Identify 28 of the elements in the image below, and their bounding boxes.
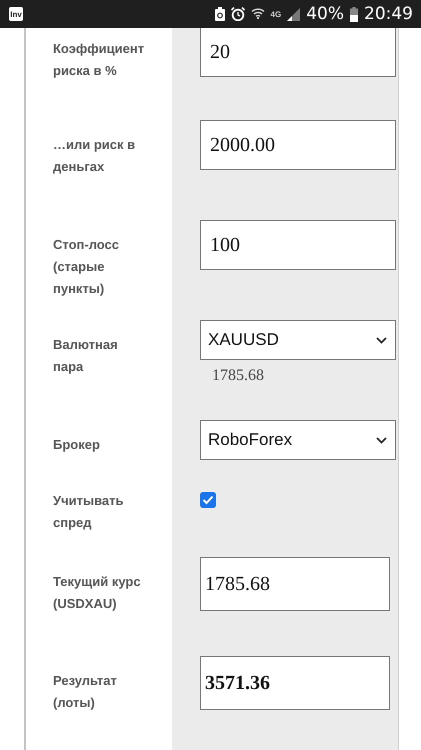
field-label: …или риск в деньгах bbox=[53, 136, 136, 176]
network-type-text: 4G bbox=[270, 10, 282, 18]
chevron-down-icon bbox=[376, 336, 387, 344]
number-input[interactable]: 100 bbox=[200, 220, 396, 270]
dropdown[interactable]: RoboForex bbox=[200, 420, 396, 460]
number-input[interactable]: 20 bbox=[200, 28, 396, 77]
chevron-down-icon bbox=[376, 436, 387, 444]
clock-time: 20:49 bbox=[364, 4, 413, 24]
price-text: 1785.68 bbox=[212, 367, 264, 385]
field-label: Результат (лоты) bbox=[53, 672, 118, 712]
field-label: Текущий курс (USDXAU) bbox=[53, 573, 142, 613]
battery-icon bbox=[350, 6, 358, 22]
field-label: Коэффициент риска в % bbox=[53, 40, 143, 80]
dropdown[interactable]: XAUUSD bbox=[200, 320, 396, 360]
field-label: Стоп-лосс (старые пункты) bbox=[53, 236, 120, 298]
field-label: Учитывать спред bbox=[53, 492, 125, 532]
battery-percent: 40% bbox=[306, 4, 344, 24]
field-label: Брокер bbox=[53, 436, 101, 454]
wifi-icon bbox=[250, 7, 265, 21]
field-label: Валютная пара bbox=[53, 336, 119, 376]
signal-icon bbox=[287, 8, 300, 20]
checkbox[interactable] bbox=[200, 492, 216, 508]
battery-saver-icon bbox=[214, 7, 225, 21]
result-field[interactable]: 3571.36 bbox=[200, 656, 390, 710]
alarm-icon bbox=[230, 7, 245, 21]
app-icon: Inv bbox=[9, 7, 23, 21]
number-input[interactable]: 2000.00 bbox=[200, 120, 396, 170]
rate-field[interactable]: 1785.68 bbox=[200, 557, 390, 611]
